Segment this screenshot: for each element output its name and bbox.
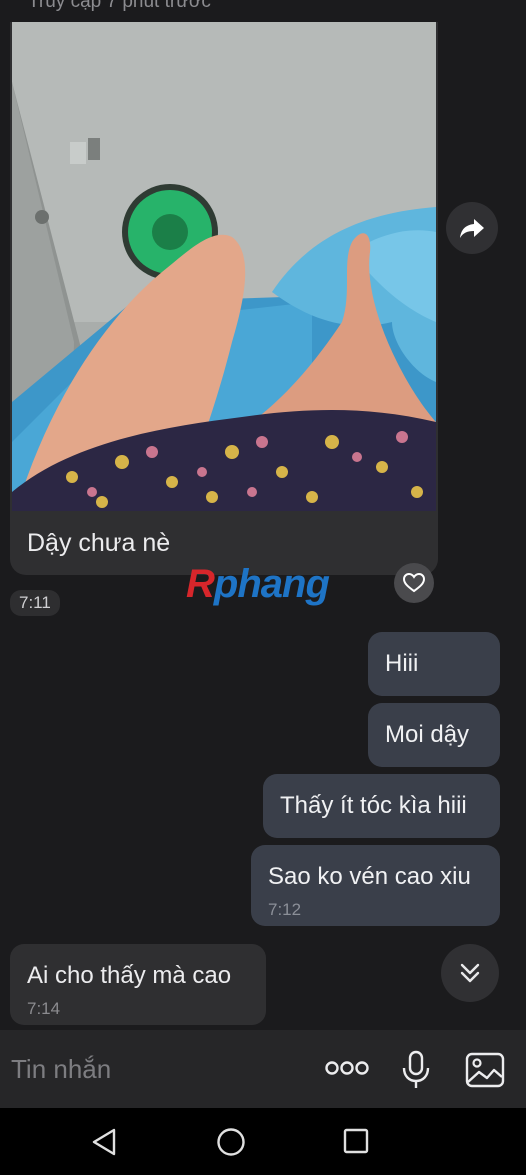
incoming-message[interactable]: Ai cho thấy mà cao 7:14 [10, 944, 266, 1025]
photo-message[interactable]: Dậy chưa nè [10, 22, 438, 575]
message-time: 7:11 [10, 590, 60, 616]
microphone-icon [402, 1050, 430, 1088]
photo-image[interactable] [12, 22, 436, 511]
photo-caption: Dậy chưa nè [27, 529, 171, 557]
watermark-part1: R [186, 562, 215, 606]
scroll-to-bottom-button[interactable] [441, 944, 499, 1002]
message-text: Sao ko vén cao xiu [268, 863, 471, 890]
voice-record-button[interactable] [396, 1048, 436, 1092]
share-button[interactable] [446, 202, 498, 254]
chevrons-down-icon [460, 963, 480, 983]
outgoing-message[interactable]: Moi dậy [368, 703, 500, 767]
message-text: Moi dậy [385, 721, 470, 748]
share-icon [460, 219, 484, 238]
outgoing-message[interactable]: Hiii [368, 632, 500, 696]
react-heart-button[interactable] [394, 563, 434, 603]
message-composer: Tin nhắn [0, 1030, 526, 1108]
nav-home-button[interactable] [216, 1127, 246, 1162]
attach-image-button[interactable] [463, 1048, 507, 1092]
message-text: Ai cho thấy mà cao [27, 962, 232, 989]
home-icon [217, 1128, 245, 1156]
nav-recents-button[interactable] [342, 1127, 370, 1160]
watermark-part2: phang [213, 562, 330, 606]
more-icon [325, 1061, 369, 1075]
message-text: Hiii [385, 650, 419, 677]
message-text: Thấy ít tóc kìa hiii [280, 792, 467, 819]
system-nav-bar [0, 1108, 526, 1175]
message-time: 7:14 [27, 999, 61, 1018]
image-icon [465, 1052, 505, 1088]
nav-back-button[interactable] [90, 1127, 118, 1162]
message-input[interactable]: Tin nhắn [11, 1054, 111, 1085]
message-time: 7:12 [268, 900, 302, 919]
outgoing-message[interactable]: Sao ko vén cao xiu 7:12 [251, 845, 500, 926]
back-icon [92, 1128, 116, 1156]
outgoing-message[interactable]: Thấy ít tóc kìa hiii [263, 774, 500, 838]
recents-icon [343, 1128, 369, 1154]
last-seen-status: Truy cập 7 phút trước [0, 0, 526, 22]
heart-icon [403, 573, 425, 593]
watermark-logo: Rphang [186, 562, 330, 607]
last-seen-text: Truy cập 7 phút trước [28, 0, 211, 12]
more-button[interactable] [322, 1048, 372, 1088]
